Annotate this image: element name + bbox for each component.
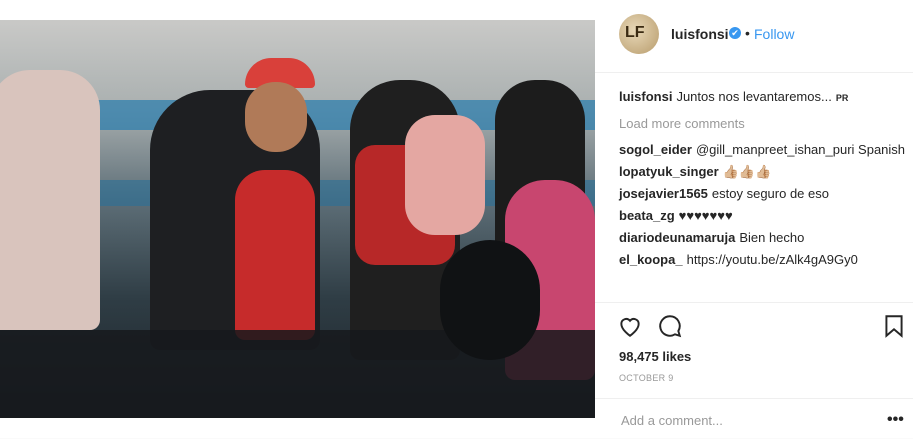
comment-username[interactable]: josejavier1565 <box>619 186 708 201</box>
avatar[interactable]: LF <box>619 14 659 54</box>
separator-dot: • <box>745 25 750 41</box>
comment-text: Bien hecho <box>739 230 805 245</box>
post-photo[interactable] <box>0 20 595 418</box>
photo-boy <box>235 170 315 340</box>
caption: luisfonsi Juntos nos levantaremos... PR <box>619 88 909 107</box>
add-comment-input[interactable] <box>619 408 853 432</box>
comment-text: ♥♥♥♥♥♥♥ <box>678 208 733 223</box>
post-sidebar: LF luisfonsi ✔ • Follow luisfonsi Juntos … <box>595 0 913 438</box>
photo-foreground-head <box>440 240 540 360</box>
photo-child <box>405 115 485 235</box>
header-username[interactable]: luisfonsi <box>671 26 729 42</box>
likes-count[interactable]: 98,475 likes <box>619 349 691 364</box>
comment-item: sogol_eider @gill_manpreet_ishan_puri Spa… <box>619 141 909 159</box>
comment-username[interactable]: diariodeunamaruja <box>619 230 735 245</box>
add-comment-section: ••• <box>595 398 913 439</box>
comment-username[interactable]: el_koopa_ <box>619 252 683 267</box>
comment-item: diariodeunamaruja Bien hecho <box>619 229 909 247</box>
comment-text[interactable]: https://youtu.be/zAlk4gA9Gy0 <box>687 252 858 267</box>
instagram-post: LF luisfonsi ✔ • Follow luisfonsi Juntos … <box>0 0 913 438</box>
comment-item: lopatyuk_singer 👍🏼👍🏼👍🏼 <box>619 163 909 181</box>
comment-icon[interactable] <box>657 313 683 339</box>
comment-text: estoy seguro de eso <box>711 186 829 201</box>
comment-item: beata_zg ♥♥♥♥♥♥♥ <box>619 207 909 225</box>
load-more-comments-button[interactable]: Load more comments <box>619 115 909 133</box>
follow-button[interactable]: Follow <box>754 26 794 42</box>
caption-username[interactable]: luisfonsi <box>619 89 672 104</box>
bookmark-icon[interactable] <box>881 313 907 339</box>
post-header: LF luisfonsi ✔ • Follow <box>595 0 913 73</box>
comment-text: 👍🏼👍🏼👍🏼 <box>722 164 772 179</box>
comment-text: @gill_manpreet_ishan_puri Spanish <box>695 142 906 157</box>
verified-badge-icon: ✔ <box>729 27 741 39</box>
avatar-logo: LF <box>625 24 645 41</box>
comment-item: el_koopa_ https://youtu.be/zAlk4gA9Gy0 <box>619 251 909 269</box>
comments-list: luisfonsi Juntos nos levantaremos... PR Lo… <box>619 88 909 273</box>
caption-badge: PR <box>835 93 849 103</box>
more-options-icon[interactable]: ••• <box>887 411 904 429</box>
post-actions: 98,475 likes OCTOBER 9 <box>595 302 913 399</box>
post-date: OCTOBER 9 <box>619 373 674 383</box>
comment-item: josejavier1565 estoy seguro de eso <box>619 185 909 203</box>
comment-username[interactable]: beata_zg <box>619 208 675 223</box>
heart-icon[interactable] <box>617 313 643 339</box>
caption-text: Juntos nos levantaremos... <box>676 89 832 104</box>
photo-person-left <box>0 70 100 330</box>
photo-man-face <box>245 82 307 152</box>
comment-username[interactable]: lopatyuk_singer <box>619 164 719 179</box>
comment-username[interactable]: sogol_eider <box>619 142 692 157</box>
